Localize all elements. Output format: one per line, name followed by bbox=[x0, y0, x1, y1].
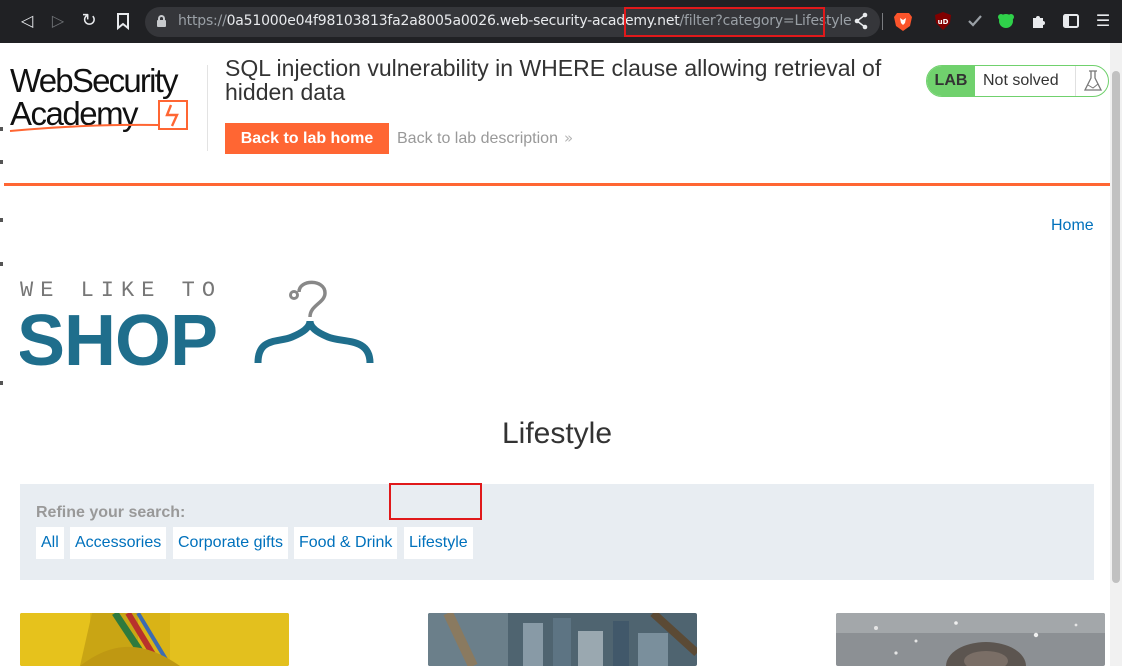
lab-title: SQL injection vulnerability in WHERE cla… bbox=[225, 55, 882, 105]
scrollbar-thumb[interactable] bbox=[1112, 71, 1120, 583]
header-divider bbox=[207, 65, 208, 151]
sidebar-toggle-icon[interactable] bbox=[1061, 11, 1081, 31]
brave-shield-icon[interactable] bbox=[893, 11, 913, 32]
filter-all[interactable]: All bbox=[36, 527, 64, 559]
green-extension-icon[interactable] bbox=[996, 11, 1016, 31]
url-protocol: https:// bbox=[178, 13, 227, 29]
we-like-to-shop-logo[interactable]: WE LIKE TO SHOP bbox=[20, 275, 380, 375]
lock-icon[interactable] bbox=[157, 15, 166, 27]
product-image-1[interactable] bbox=[20, 613, 289, 666]
url-host: 0a51000e04f98103813fa2a8005a0026.web-sec… bbox=[226, 13, 666, 29]
flask-icon bbox=[1083, 70, 1103, 91]
back-to-lab-description-link[interactable]: Back to lab description » bbox=[397, 129, 573, 148]
bookmark-icon[interactable] bbox=[113, 11, 133, 31]
category-heading: Lifestyle bbox=[501, 417, 613, 450]
browser-toolbar: ◁ ▷ ↻ https://0a51000e04f98103813fa2a800… bbox=[0, 0, 1122, 43]
svg-text:uD: uD bbox=[938, 18, 949, 26]
back-to-lab-home-button[interactable]: Back to lab home bbox=[225, 123, 389, 154]
product-image-2[interactable] bbox=[428, 613, 697, 666]
forward-arrow-icon[interactable]: ▷ bbox=[48, 11, 68, 31]
checkmark-extension-icon[interactable] bbox=[965, 11, 985, 31]
lab-status-text: Not solved bbox=[983, 72, 1059, 89]
puzzle-extensions-icon[interactable] bbox=[1029, 11, 1049, 31]
lab-badge: LAB bbox=[927, 66, 975, 96]
header-orange-rule bbox=[4, 183, 1110, 186]
reload-icon[interactable]: ↻ bbox=[79, 11, 99, 31]
logo-line1: WebSecurity bbox=[10, 65, 179, 99]
web-security-academy-logo[interactable]: WebSecurity Academy bbox=[8, 65, 208, 135]
refine-search-label: Refine your search: bbox=[36, 504, 186, 521]
page-scrollbar[interactable] bbox=[1110, 43, 1122, 666]
product-image-3[interactable] bbox=[836, 613, 1105, 666]
refine-search-panel: Refine your search: All Accessories Corp… bbox=[20, 484, 1094, 580]
coat-hanger-icon bbox=[254, 280, 374, 364]
filter-food-drink[interactable]: Food & Drink bbox=[294, 527, 398, 559]
hamburger-menu-icon[interactable]: ☰ bbox=[1093, 11, 1113, 31]
toolbar-divider bbox=[882, 13, 883, 30]
flask-icon-box bbox=[1075, 66, 1108, 96]
back-to-lab-description-label: Back to lab description bbox=[397, 130, 558, 147]
shop-logo-word: SHOP bbox=[20, 301, 217, 375]
filter-lifestyle[interactable]: Lifestyle bbox=[404, 527, 473, 559]
url-highlight-box bbox=[624, 7, 825, 37]
filter-accessories[interactable]: Accessories bbox=[70, 527, 167, 559]
back-arrow-icon[interactable]: ◁ bbox=[17, 11, 37, 31]
filter-corporate-gifts[interactable]: Corporate gifts bbox=[173, 527, 288, 559]
share-icon[interactable] bbox=[853, 12, 869, 30]
shop-logo-tagline: WE LIKE TO bbox=[20, 278, 222, 303]
lab-status-widget: LAB Not solved bbox=[926, 65, 1109, 97]
double-chevron-right-icon: » bbox=[563, 129, 574, 147]
home-link[interactable]: Home bbox=[1051, 217, 1094, 235]
lifestyle-highlight-box bbox=[389, 483, 482, 520]
ublock-origin-icon[interactable]: uD bbox=[933, 11, 953, 31]
web-page: WebSecurity Academy SQL injection vulner… bbox=[4, 43, 1110, 666]
